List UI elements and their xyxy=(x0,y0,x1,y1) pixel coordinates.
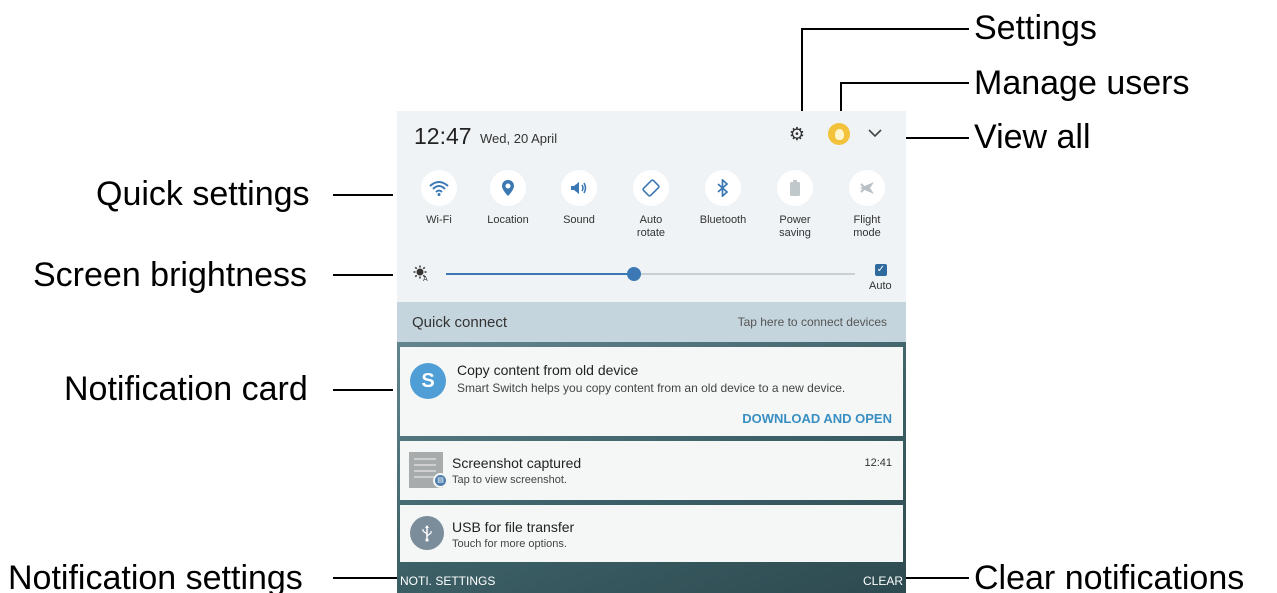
callout-notification-settings: Notification settings xyxy=(8,559,303,593)
smart-switch-icon: S xyxy=(410,363,446,399)
callout-screen-brightness: Screen brightness xyxy=(33,256,308,294)
tile-location[interactable]: Location xyxy=(476,170,540,227)
notification-card[interactable]: USB for file transfer Touch for more opt… xyxy=(400,505,903,562)
battery-icon xyxy=(777,170,813,206)
svg-text:A: A xyxy=(423,276,428,281)
leader-settings-vertical xyxy=(801,28,803,123)
airplane-icon xyxy=(849,170,885,206)
notification-subtitle: Touch for more options. xyxy=(452,538,567,550)
status-time: 12:47 xyxy=(414,123,472,149)
callout-quick-settings: Quick settings xyxy=(96,175,310,213)
tile-label: Flight mode xyxy=(853,214,881,239)
clear-button[interactable]: CLEAR xyxy=(863,574,903,588)
notification-card[interactable]: ▤ Screenshot captured Tap to view screen… xyxy=(400,441,903,500)
tile-flight-mode[interactable]: Flight mode xyxy=(835,170,899,240)
wifi-icon xyxy=(421,170,457,206)
location-pin-icon xyxy=(490,170,526,206)
callout-view-all: View all xyxy=(974,118,1091,156)
tile-label: Power saving xyxy=(779,214,811,239)
callout-settings: Settings xyxy=(974,9,1097,47)
tile-wifi[interactable]: Wi-Fi xyxy=(407,170,471,227)
tile-label: Sound xyxy=(563,214,595,226)
leader-clear-notifications xyxy=(906,577,969,579)
notification-title: Screenshot captured xyxy=(452,455,582,471)
brightness-slider-fill xyxy=(446,273,635,275)
callout-notification-card: Notification card xyxy=(64,370,308,408)
tile-label: Auto rotate xyxy=(636,214,666,239)
quick-connect-title: Quick connect xyxy=(412,314,508,331)
tile-sound[interactable]: Sound xyxy=(547,170,611,227)
quick-settings-panel: 12:47 Wed, 20 April ⚙ Wi-Fi Location Sou… xyxy=(397,111,906,302)
leader-screen-brightness xyxy=(333,274,393,276)
leader-quick-settings xyxy=(333,194,393,196)
notification-time: 12:41 xyxy=(864,457,892,469)
noti-settings-button[interactable]: NOTI. SETTINGS xyxy=(400,574,495,588)
brightness-slider-handle[interactable] xyxy=(627,267,642,281)
bluetooth-icon xyxy=(705,170,741,206)
chevron-down-icon[interactable] xyxy=(867,126,883,140)
rotate-icon xyxy=(633,170,669,206)
callout-manage-users: Manage users xyxy=(974,64,1190,102)
notification-card[interactable]: S Copy content from old device Smart Swi… xyxy=(400,347,903,436)
quick-connect-bar[interactable]: Quick connect Tap here to connect device… xyxy=(397,302,906,342)
brightness-icon: A xyxy=(413,265,429,285)
notification-panel: 12:47 Wed, 20 April ⚙ Wi-Fi Location Sou… xyxy=(397,111,906,593)
leader-settings xyxy=(801,28,969,30)
leader-manage-users xyxy=(840,82,969,84)
status-date: Wed, 20 April xyxy=(480,131,558,146)
notification-footer: NOTI. SETTINGS CLEAR xyxy=(397,567,906,593)
notification-subtitle: Smart Switch helps you copy content from… xyxy=(457,381,846,395)
auto-brightness-label: Auto xyxy=(869,280,892,292)
tile-power-saving[interactable]: Power saving xyxy=(763,170,827,240)
speaker-icon xyxy=(561,170,597,206)
notification-title: USB for file transfer xyxy=(452,519,575,535)
leader-notification-card xyxy=(333,389,393,391)
usb-icon xyxy=(410,516,444,550)
tile-bluetooth[interactable]: Bluetooth xyxy=(691,170,755,227)
brightness-slider[interactable] xyxy=(446,267,855,281)
gear-icon[interactable]: ⚙ xyxy=(788,125,806,143)
tile-label: Location xyxy=(487,214,529,226)
tile-auto-rotate[interactable]: Auto rotate xyxy=(619,170,683,240)
tile-label: Wi-Fi xyxy=(426,214,452,226)
leader-view-all xyxy=(906,137,969,139)
leader-notification-settings xyxy=(333,577,397,579)
quick-connect-hint: Tap here to connect devices xyxy=(737,315,887,329)
notification-title: Copy content from old device xyxy=(457,362,639,378)
tile-label: Bluetooth xyxy=(699,214,747,226)
download-and-open-button[interactable]: DOWNLOAD AND OPEN xyxy=(742,411,892,426)
gallery-icon: ▤ xyxy=(433,473,448,488)
auto-brightness-checkbox[interactable]: ✓ xyxy=(875,264,887,276)
notification-subtitle: Tap to view screenshot. xyxy=(452,474,567,486)
user-avatar-icon[interactable] xyxy=(828,123,850,145)
callout-clear-notifications: Clear notifications xyxy=(974,559,1245,593)
